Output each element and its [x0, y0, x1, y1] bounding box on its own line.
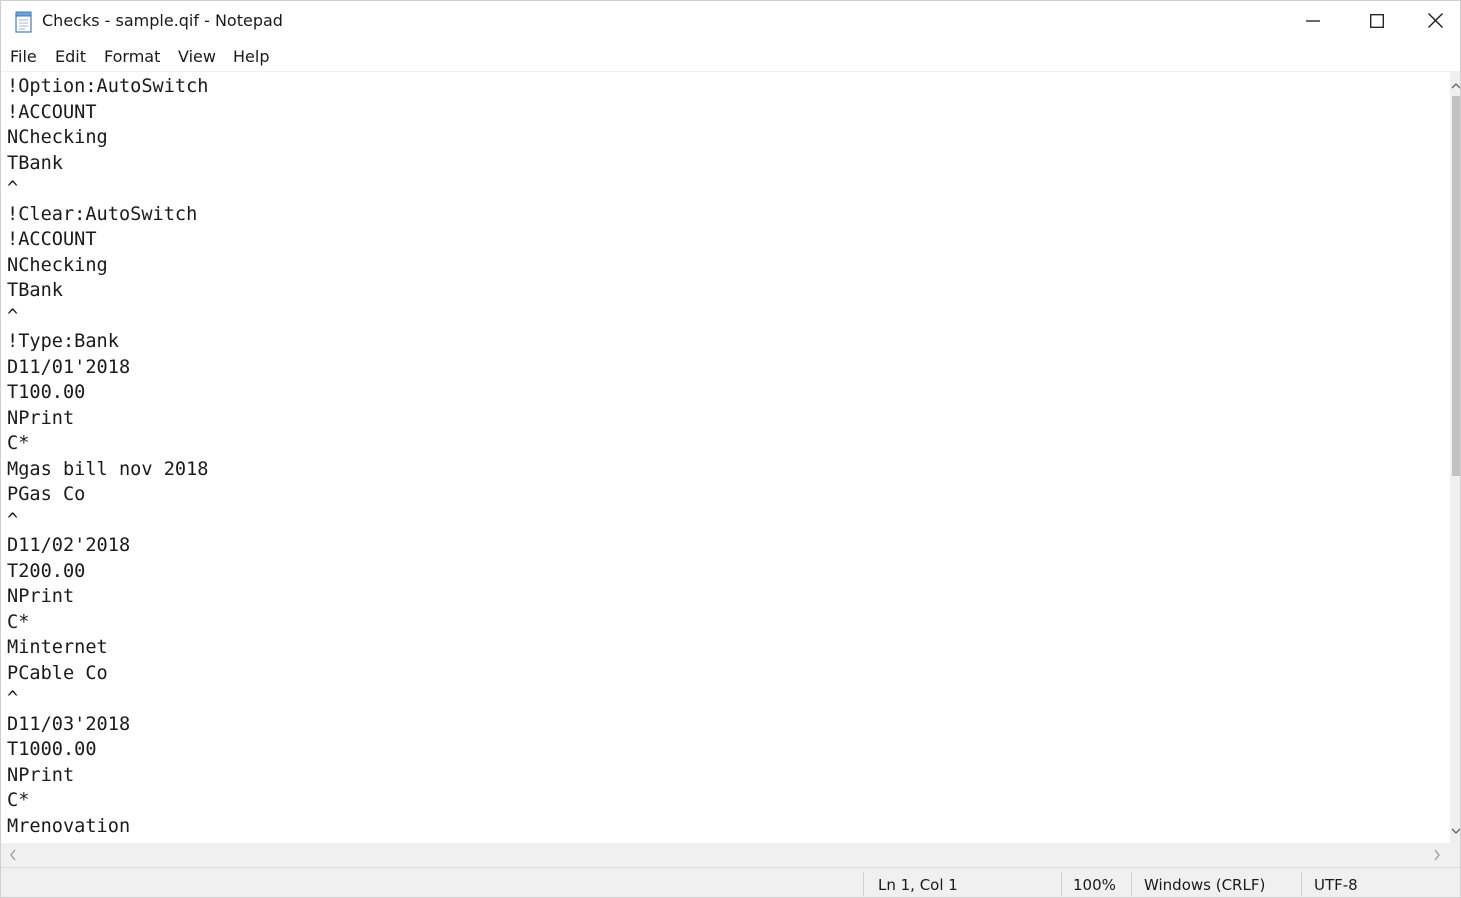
- menu-edit[interactable]: Edit: [55, 47, 86, 66]
- notepad-icon[interactable]: [14, 11, 34, 33]
- editor-line: Minternet: [7, 637, 108, 658]
- editor-line: D11/02'2018: [7, 535, 131, 556]
- editor-line: !ACCOUNT: [7, 229, 97, 250]
- editor-line: !Clear:AutoSwitch: [7, 203, 198, 225]
- status-zoom: 100%: [1073, 876, 1116, 894]
- editor-line: ^: [7, 688, 19, 709]
- editor-line: C*: [7, 433, 30, 454]
- status-bar: Ln 1, Col 1 100% Windows (CRLF) UTF-8: [1, 867, 1460, 897]
- notepad-window: Checks - sample.qif - Notepad File Edit …: [0, 0, 1461, 898]
- title-bar[interactable]: Checks - sample.qif - Notepad: [1, 1, 1460, 43]
- vertical-scrollbar[interactable]: [1450, 72, 1460, 843]
- status-line-endings: Windows (CRLF): [1144, 876, 1266, 894]
- editor-line: NChecking: [7, 127, 108, 148]
- editor-line: NPrint: [7, 586, 75, 607]
- editor-line: Mrenovation: [7, 815, 131, 837]
- editor-line: NPrint: [7, 764, 75, 786]
- editor-line: D11/03'2018: [7, 713, 131, 735]
- menu-bar: File Edit Format View Help: [1, 43, 1460, 72]
- editor-line: PCable Co: [7, 662, 108, 684]
- editor-line: C*: [7, 611, 30, 633]
- menu-view[interactable]: View: [178, 47, 216, 66]
- scroll-down-icon[interactable]: [1450, 823, 1460, 839]
- status-encoding: UTF-8: [1314, 876, 1358, 894]
- editor-line: TBank: [7, 152, 63, 174]
- editor-line: !Option:AutoSwitch: [7, 76, 209, 97]
- status-cursor-position: Ln 1, Col 1: [878, 876, 958, 894]
- horizontal-scrollbar[interactable]: [1, 843, 1450, 867]
- editor-line: !ACCOUNT: [7, 101, 97, 123]
- editor-line: T1000.00: [7, 739, 97, 760]
- editor-line: T200.00: [7, 560, 86, 582]
- minimize-button[interactable]: [1281, 1, 1345, 43]
- editor-line: ^: [7, 509, 19, 531]
- menu-format[interactable]: Format: [104, 47, 160, 66]
- scroll-left-icon[interactable]: [5, 847, 21, 863]
- editor-line: ^: [7, 178, 19, 199]
- status-separator: [863, 872, 864, 896]
- window-title: Checks - sample.qif - Notepad: [42, 11, 283, 30]
- editor-line: ^: [7, 305, 19, 327]
- status-separator: [1061, 872, 1062, 896]
- editor-line: !Type:Bank: [7, 331, 119, 352]
- editor-content[interactable]: !Option:AutoSwitch !ACCOUNT NChecking TBank…: [7, 74, 209, 839]
- close-icon: [1427, 12, 1443, 32]
- editor-line: Mgas bill nov 2018: [7, 458, 209, 480]
- close-button[interactable]: [1409, 1, 1460, 43]
- scroll-right-icon[interactable]: [1429, 847, 1445, 863]
- editor-line: NPrint: [7, 407, 75, 429]
- status-separator: [1301, 872, 1302, 896]
- maximize-icon: [1370, 13, 1384, 32]
- editor-line: PGas Co: [7, 484, 86, 505]
- scroll-up-icon[interactable]: [1450, 78, 1460, 94]
- editor-line: TBank: [7, 280, 63, 301]
- text-editor[interactable]: !Option:AutoSwitch !ACCOUNT NChecking TBank…: [1, 72, 1450, 843]
- menu-file[interactable]: File: [10, 47, 37, 66]
- vertical-scroll-thumb[interactable]: [1452, 96, 1460, 476]
- editor-line: C*: [7, 790, 30, 811]
- editor-line: NChecking: [7, 254, 108, 276]
- maximize-button[interactable]: [1345, 1, 1409, 43]
- editor-line: D11/01'2018: [7, 356, 131, 378]
- menu-help[interactable]: Help: [233, 47, 269, 66]
- editor-line: T100.00: [7, 382, 86, 403]
- scrollbar-corner: [1450, 843, 1460, 867]
- minimize-icon: [1306, 13, 1320, 32]
- status-separator: [1131, 872, 1132, 896]
